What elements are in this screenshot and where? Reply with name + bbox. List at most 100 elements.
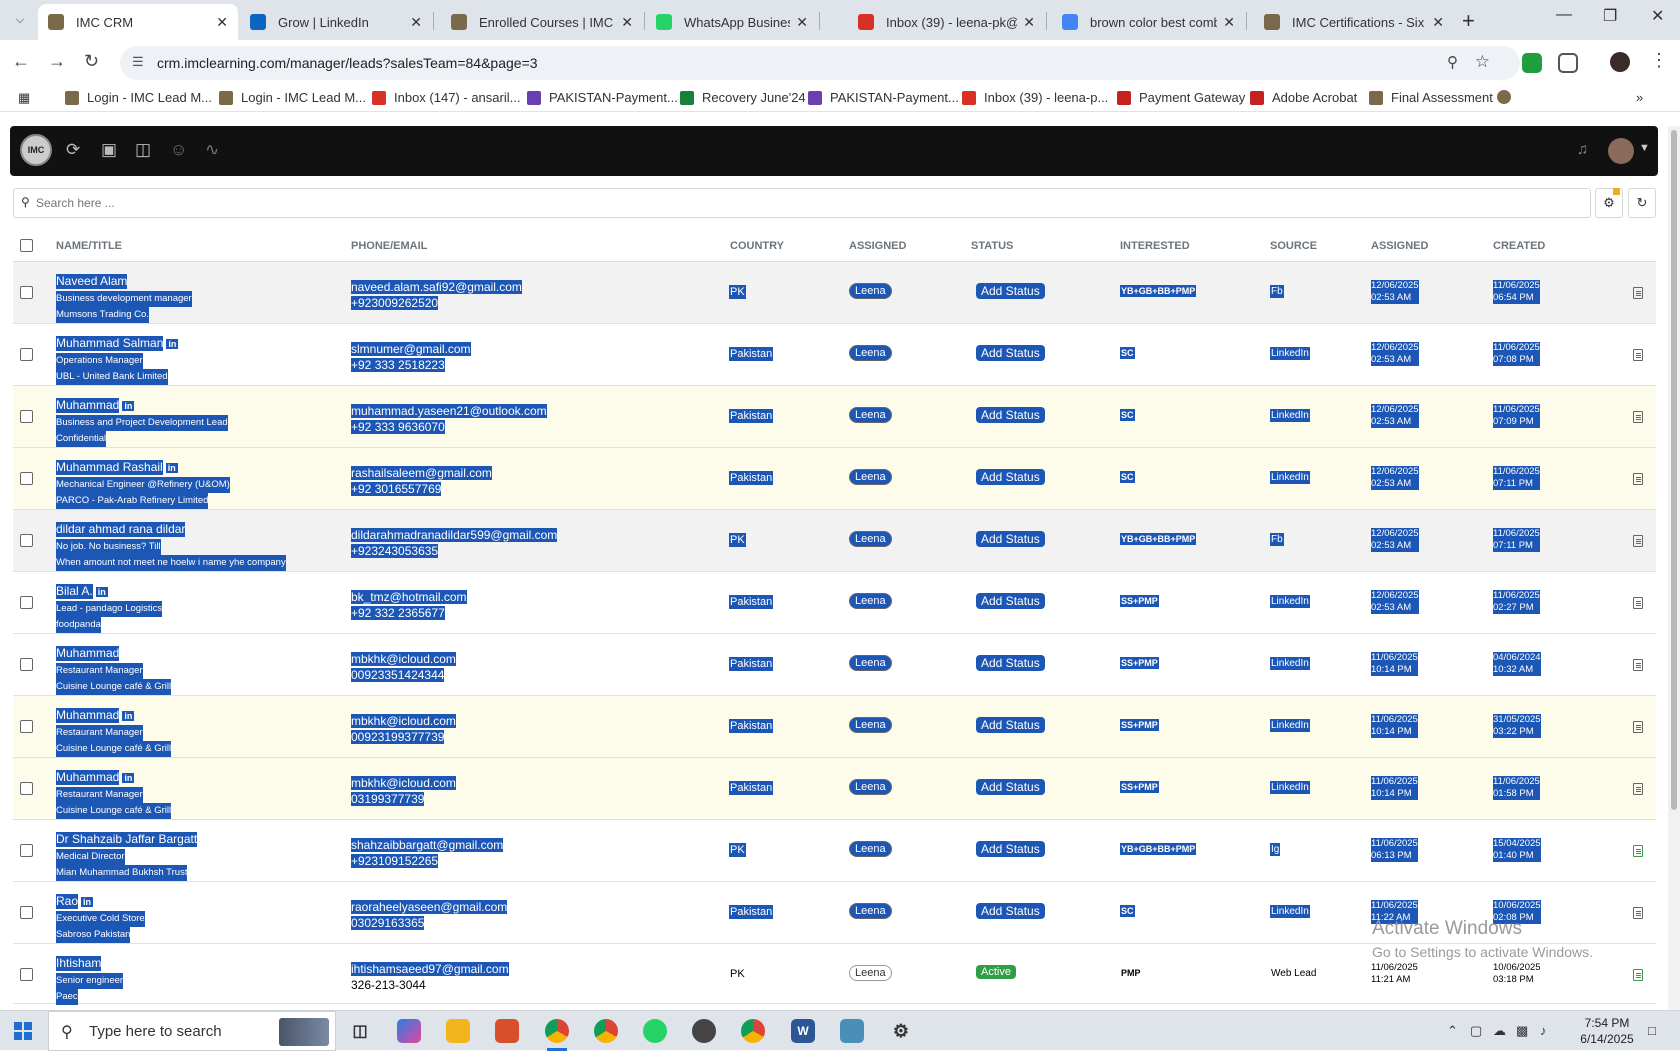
scrollbar-thumb[interactable] [1671, 130, 1677, 810]
assigned-badge[interactable]: Leena [849, 965, 892, 981]
col-assigned[interactable]: ASSIGNED [849, 240, 906, 252]
lead-phone[interactable]: +92 3016557769 [351, 482, 442, 496]
table-row[interactable]: dildar ahmad rana dildar No job. No busi… [13, 510, 1656, 572]
profile-avatar-icon[interactable] [1610, 52, 1630, 72]
tray-cloud-icon[interactable]: ☁ [1493, 1023, 1506, 1039]
col-status[interactable]: STATUS [971, 240, 1013, 252]
notes-document-icon[interactable] [1633, 659, 1643, 671]
user-menu-chevron-icon[interactable]: ▼ [1639, 142, 1650, 154]
row-checkbox[interactable] [20, 472, 33, 485]
table-row[interactable]: Dr Shahzaib Jaffar Bargatt Medical Direc… [13, 820, 1656, 882]
omnibox[interactable]: ☰ crm.imclearning.com/manager/leads?sale… [120, 46, 1520, 80]
lead-name[interactable]: Dr Shahzaib Jaffar Bargatt [56, 832, 198, 847]
lead-name[interactable]: Rao [56, 894, 79, 909]
bookmark-item[interactable]: Login - IMC Lead M... [65, 90, 212, 105]
extensions-puzzle-icon[interactable] [1558, 53, 1578, 73]
task-view-icon[interactable]: ◫ [348, 1019, 372, 1043]
refresh-button[interactable]: ↻ [1628, 188, 1656, 218]
notes-document-icon[interactable] [1633, 349, 1643, 361]
browser-tab[interactable]: IMC CRM ✕ [38, 4, 238, 40]
status-badge[interactable]: Add Status [976, 779, 1045, 795]
lead-name[interactable]: Muhammad [56, 770, 120, 785]
status-badge[interactable]: Add Status [976, 655, 1045, 671]
bookmark-item[interactable]: Final Assessment [1369, 90, 1493, 105]
lead-phone[interactable]: +92 333 2518223 [351, 358, 445, 372]
assigned-badge[interactable]: Leena [849, 903, 892, 919]
notes-document-icon[interactable] [1633, 969, 1643, 981]
settings-gear-icon[interactable]: ⚙ [889, 1019, 913, 1043]
linkedin-badge-icon[interactable]: in [122, 711, 135, 721]
lead-name[interactable]: Muhammad Rashail [56, 460, 163, 475]
status-badge[interactable]: Add Status [976, 469, 1045, 485]
status-badge[interactable]: Add Status [976, 531, 1045, 547]
status-badge[interactable]: Add Status [976, 841, 1045, 857]
lead-email[interactable]: ihtishamsaeed97@gmail.com [351, 962, 509, 976]
close-tab-icon[interactable]: ✕ [1023, 14, 1035, 31]
assigned-badge[interactable]: Leena [849, 593, 892, 609]
lead-email[interactable]: naveed.alam.safi92@gmail.com [351, 280, 522, 294]
url-text[interactable]: crm.imclearning.com/manager/leads?salesT… [157, 55, 538, 71]
site-info-icon[interactable]: ☰ [132, 54, 144, 70]
bookmark-item[interactable]: PAKISTAN-Payment... [808, 90, 959, 105]
refresh-sync-icon[interactable]: ⟳ [66, 140, 80, 160]
bookmark-item[interactable]: PAKISTAN-Payment... [527, 90, 678, 105]
bookmark-item[interactable]: Payment Gateway [1117, 90, 1245, 105]
status-badge[interactable]: Add Status [976, 903, 1045, 919]
status-badge[interactable]: Add Status [976, 345, 1045, 361]
row-checkbox[interactable] [20, 782, 33, 795]
close-tab-icon[interactable]: ✕ [410, 14, 422, 31]
forward-arrow-icon[interactable]: → [48, 51, 66, 72]
apps-grid-icon[interactable]: ▦ [18, 90, 30, 106]
extension-green-icon[interactable] [1522, 53, 1542, 73]
assigned-badge[interactable]: Leena [849, 779, 892, 795]
close-tab-icon[interactable]: ✕ [1223, 14, 1235, 31]
linkedin-badge-icon[interactable]: in [122, 773, 135, 783]
restore-icon[interactable]: ❐ [1603, 6, 1617, 26]
notes-document-icon[interactable] [1633, 845, 1643, 857]
col-phone-email[interactable]: PHONE/EMAIL [351, 240, 427, 252]
table-row[interactable]: Muhammad Rashail in Mechanical Engineer @… [13, 448, 1656, 510]
lead-name[interactable]: Muhammad [56, 398, 120, 413]
lead-email[interactable]: mbkhk@icloud.com [351, 652, 456, 666]
status-badge[interactable]: Add Status [976, 283, 1045, 299]
assigned-badge[interactable]: Leena [849, 531, 892, 547]
back-arrow-icon[interactable]: ← [12, 51, 30, 72]
lead-email[interactable]: raoraheelyaseen@gmail.com [351, 900, 508, 914]
lead-email[interactable]: rashailsaleem@gmail.com [351, 466, 492, 480]
close-tab-icon[interactable]: ✕ [796, 14, 808, 31]
bookmark-item[interactable]: Adobe Acrobat [1250, 90, 1357, 105]
lead-phone[interactable]: 326-213-3044 [351, 978, 426, 992]
chrome-icon[interactable] [545, 1019, 569, 1043]
row-checkbox[interactable] [20, 906, 33, 919]
zoom-icon[interactable]: ⚲ [1447, 53, 1458, 71]
browser-tab[interactable]: Inbox (39) - leena-pk@in ✕ [848, 4, 1045, 40]
calendar-icon[interactable]: ▣ [101, 140, 117, 160]
assigned-badge[interactable]: Leena [849, 283, 892, 299]
assigned-badge[interactable]: Leena [849, 717, 892, 733]
chrome-profile-icon[interactable] [594, 1019, 618, 1043]
assigned-badge[interactable]: Leena [849, 841, 892, 857]
col-name-title[interactable]: NAME/TITLE [56, 240, 122, 252]
whatsapp-icon[interactable] [643, 1019, 667, 1043]
notes-document-icon[interactable] [1633, 721, 1643, 733]
copilot-icon[interactable] [397, 1019, 421, 1043]
lead-email[interactable]: slmnumer@gmail.com [351, 342, 471, 356]
table-row[interactable]: Naveed Alam Business development manager… [13, 262, 1656, 324]
minimize-icon[interactable]: — [1556, 6, 1572, 24]
col-created[interactable]: CREATED [1493, 240, 1545, 252]
imc-logo[interactable]: IMC [20, 134, 52, 166]
search-input[interactable] [36, 193, 1536, 213]
lead-phone[interactable]: +92 333 9636070 [351, 420, 445, 434]
lead-phone[interactable]: 03199377739 [351, 792, 425, 806]
taskbar-clock[interactable]: 7:54 PM 6/14/2025 [1571, 1015, 1643, 1047]
lead-phone[interactable]: +923009262520 [351, 296, 439, 310]
tab-search-chevron-icon[interactable]: ⌵ [8, 8, 32, 32]
col-assigned-date[interactable]: ASSIGNED [1371, 240, 1428, 252]
row-checkbox[interactable] [20, 844, 33, 857]
notes-document-icon[interactable] [1633, 287, 1643, 299]
browser-tab[interactable]: WhatsApp Business ✕ [646, 4, 818, 40]
activity-pulse-icon[interactable]: ∿ [205, 140, 219, 160]
close-tab-icon[interactable]: ✕ [216, 14, 228, 31]
bookmark-extra-icon[interactable] [1497, 90, 1519, 104]
assigned-badge[interactable]: Leena [849, 345, 892, 361]
